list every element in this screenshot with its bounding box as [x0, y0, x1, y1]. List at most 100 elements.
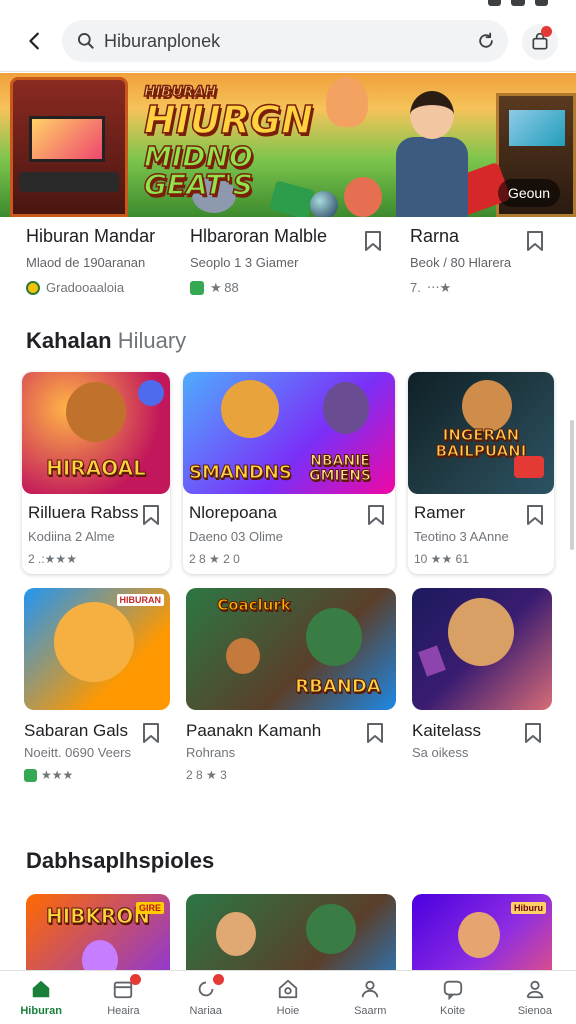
card-subtitle: Daeno 03 Olime	[189, 529, 283, 544]
card-meta: 2 8 ★ 3	[186, 768, 227, 782]
orb-illustration	[138, 380, 164, 406]
game-thumbnail: HIBKRON GIRE	[26, 894, 170, 970]
nav-item-nariaa[interactable]: Nariaa	[165, 971, 247, 1024]
nav-label: Nariaa	[189, 1005, 222, 1017]
refresh-icon[interactable]	[474, 29, 498, 53]
person-icon	[358, 977, 382, 1001]
search-input[interactable]	[104, 21, 464, 61]
list-item[interactable]: Hlbaroran Malble Seoplo 1 3 Giamer ★ 88	[190, 226, 390, 302]
bookmark-icon[interactable]	[364, 230, 382, 252]
list-item[interactable]: Hiburan Mandar Mlaod de 190aranan Gradoo…	[26, 226, 186, 302]
banner-title: HIBURAH HIURGN MIDNO GEAT'S	[143, 84, 344, 201]
thumb-title-right: NBANIE GMIENS	[309, 453, 372, 484]
soldier-character-illustration	[306, 608, 362, 666]
nav-item-koite[interactable]: Koite	[411, 971, 493, 1024]
game-thumbnail: INGERAN BAILPUANI	[408, 372, 554, 494]
item-meta-text: Gradooaaloia	[46, 280, 125, 295]
game-card[interactable]: Kaitelass Sa oikess	[412, 588, 554, 788]
card-meta: 10 ★★ 61	[414, 552, 469, 566]
section-title-secondary: Hiluary	[117, 328, 187, 353]
section-title: Dabhsaplhspioles	[26, 848, 215, 873]
list-item[interactable]: Rarna Beok / 80 Hlarera 7. ⋅⋅⋅★	[410, 226, 520, 302]
item-meta: 7. ⋅⋅⋅★	[410, 280, 520, 296]
nav-label: Hiburan	[20, 1005, 62, 1017]
search-bar[interactable]	[62, 20, 508, 62]
scrollbar[interactable]	[570, 420, 574, 550]
arcade-machine-illustration	[10, 77, 128, 217]
bookmark-icon[interactable]	[526, 230, 544, 252]
item-meta: Gradooaaloia	[26, 280, 186, 295]
game-card[interactable]: HIBKRON GIRE	[26, 894, 170, 970]
item-title: Hiburan Mandar	[26, 226, 156, 246]
nav-item-sienoa[interactable]: Sienoa	[494, 971, 576, 1024]
game-card[interactable]: HIBURAN Sabaran Gals Noeitt. 0690 Veers …	[24, 588, 172, 788]
bookmark-icon[interactable]	[524, 722, 542, 744]
nav-label: Heaira	[107, 1005, 140, 1017]
nav-item-hoie[interactable]: Hoie	[247, 971, 329, 1024]
nav-item-saarm[interactable]: Saarm	[329, 971, 411, 1024]
app-badge-icon	[190, 281, 204, 295]
nav-item-hiburan[interactable]: Hiburan	[0, 971, 82, 1024]
banner-badge[interactable]: Geoun	[497, 179, 560, 207]
game-card[interactable]: Hiburu	[412, 894, 554, 970]
game-thumbnail	[412, 588, 552, 710]
bookmark-icon[interactable]	[142, 722, 160, 744]
card-meta: 2 .:★★★	[28, 552, 77, 566]
thumb-tag: Hiburu	[511, 902, 546, 914]
item-subtitle: Seoplo 1 3 Giamer	[190, 255, 299, 270]
thumb-title-top: Coaclurk	[217, 596, 292, 614]
card-subtitle: Kodiina 2 Alme	[28, 529, 115, 544]
app-badge-icon	[24, 768, 37, 782]
game-card[interactable]: HIRAOAL Rilluera Rabss Kodiina 2 Alme 2 …	[22, 372, 170, 574]
thumb-tag: GIRE	[135, 902, 164, 914]
section-title-main: Kahalan	[26, 328, 112, 353]
nav-label: Saarm	[354, 1005, 387, 1017]
nav-item-heaira[interactable]: Heaira	[82, 971, 164, 1024]
play-tag-icon	[514, 456, 544, 478]
notifications-button[interactable]	[522, 24, 558, 60]
character-illustration	[82, 940, 118, 970]
account-icon	[523, 977, 547, 1001]
card-title: Nlorepoana	[189, 503, 277, 522]
game-thumbnail: HIBURAN	[24, 588, 170, 710]
card-meta: ★★★	[24, 768, 73, 782]
card-title: Kaitelass	[412, 721, 481, 740]
game-card[interactable]: INGERAN BAILPUANI Ramer Teotino 3 AAnne …	[408, 372, 554, 574]
game-card[interactable]: Coaclurk RBANDA Paanakn Kamanh Rohrans 2…	[186, 588, 398, 788]
top-app-bar	[0, 10, 576, 72]
card-meta-text: ★★★	[41, 768, 74, 782]
nav-badge	[130, 974, 142, 985]
game-thumbnail: Hiburu	[412, 894, 552, 970]
back-button[interactable]	[18, 24, 52, 58]
card-subtitle: Noeitt. 0690 Veers	[24, 745, 131, 760]
hero-character-illustration	[388, 91, 478, 217]
card-title: Paanakn Kamanh	[186, 721, 322, 740]
item-title: Rarna	[410, 226, 460, 246]
item-meta-text: 7. ⋅⋅⋅★	[410, 280, 452, 295]
kid-character-illustration	[226, 638, 260, 674]
card-subtitle: Teotino 3 AAnne	[414, 529, 509, 544]
banner-title-line2: MIDNO GEAT'S	[143, 140, 253, 201]
kid-character-illustration	[216, 912, 256, 956]
nav-label: Sienoa	[517, 1005, 552, 1017]
coin-icon	[26, 280, 40, 295]
card-subtitle: Sa oikess	[412, 745, 469, 760]
game-card[interactable]	[186, 894, 398, 970]
game-card[interactable]: SMANDNS NBANIE GMIENS Nlorepoana Daeno 0…	[183, 372, 395, 574]
bookmark-icon[interactable]	[142, 504, 160, 526]
featured-banner[interactable]: HIBURAH HIURGN MIDNO GEAT'S Geoun	[0, 73, 576, 217]
bottom-navigation: Hiburan Heaira Nariaa Hoie Saarm Koite S…	[0, 970, 576, 1024]
game-thumbnail: SMANDNS NBANIE GMIENS	[183, 372, 395, 494]
calendar-icon	[111, 974, 142, 1001]
bookmark-icon[interactable]	[367, 504, 385, 526]
bear-character-illustration	[54, 602, 134, 682]
item-meta-text: ★ 88	[210, 280, 239, 295]
bookmark-icon[interactable]	[366, 722, 384, 744]
section-title: Kahalan Hiluary	[26, 328, 186, 354]
banner-title-line0: HIBURAH	[143, 84, 217, 100]
house-icon	[276, 977, 300, 1001]
game-thumbnail: HIRAOAL	[22, 372, 170, 494]
gem-illustration	[418, 645, 446, 677]
bookmark-icon[interactable]	[526, 504, 544, 526]
thumb-title-left: SMANDNS	[189, 462, 293, 483]
